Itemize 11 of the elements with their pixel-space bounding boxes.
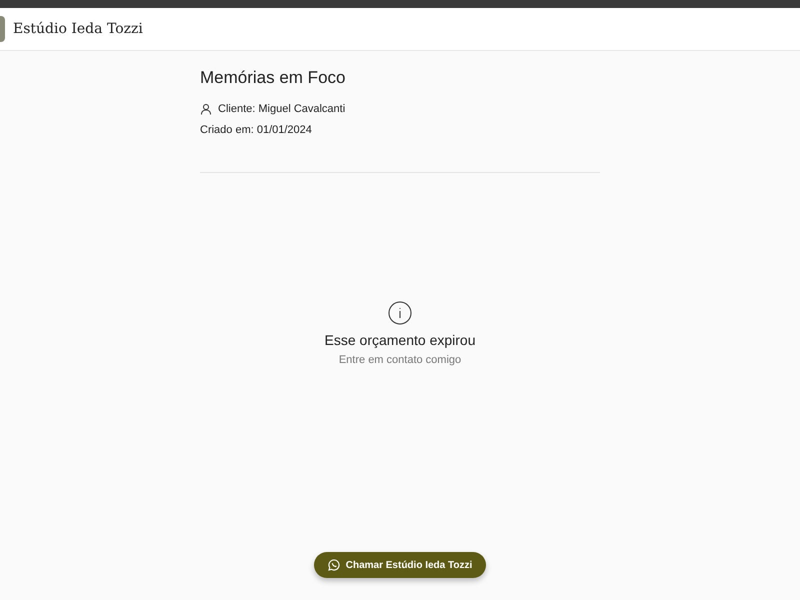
- project-title: Memórias em Foco: [200, 68, 346, 88]
- chat-bubble-icon: [328, 559, 340, 571]
- info-icon: [388, 301, 412, 325]
- brand-name: Estúdio Ieda Tozzi: [13, 21, 143, 37]
- whatsapp-chat-button[interactable]: Chamar Estúdio Ieda Tozzi: [314, 552, 486, 578]
- created-date: Criado em: 01/01/2024: [200, 124, 312, 136]
- notice-subtitle: Entre em contato comigo: [338, 354, 462, 366]
- notice-title: Esse orçamento expirou: [324, 332, 476, 348]
- logo-image: [0, 16, 5, 42]
- person-icon: [200, 103, 212, 115]
- client-name: Cliente: Miguel Cavalcanti: [218, 103, 346, 115]
